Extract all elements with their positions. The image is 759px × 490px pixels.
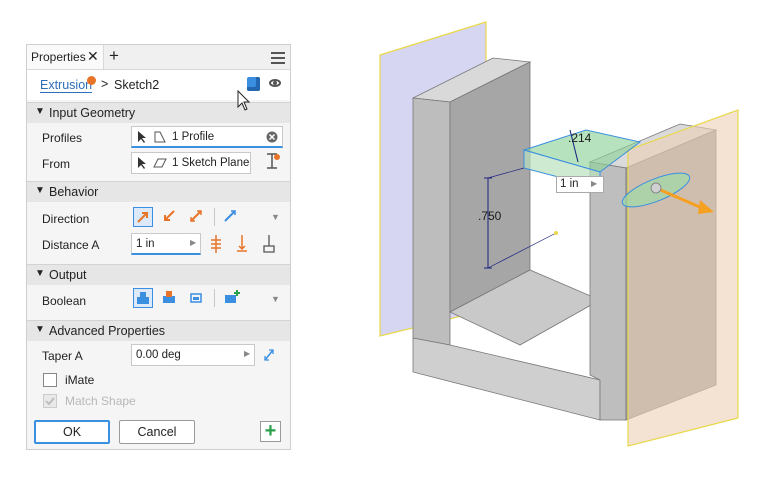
profiles-value: 1 Profile — [172, 131, 215, 143]
chevron-right-icon[interactable]: ▶ — [591, 179, 597, 188]
section-behavior[interactable]: ▼ Behavior — [27, 181, 290, 202]
distance-to-icon[interactable] — [234, 234, 250, 254]
profiles-field[interactable]: 1 Profile — [131, 126, 283, 148]
base-front — [412, 337, 601, 421]
imate-label: iMate — [65, 373, 95, 387]
arrow-up-right-icon — [137, 212, 148, 223]
sketch-point — [554, 231, 558, 235]
collapse-arrow-icon: ▼ — [35, 324, 45, 335]
join-icon — [137, 292, 149, 304]
chevron-right-icon[interactable]: ▶ — [190, 238, 196, 247]
mouse-cursor-icon — [237, 90, 251, 111]
cancel-button[interactable]: Cancel — [119, 420, 195, 444]
breadcrumb-sketch: Sketch2 — [114, 78, 160, 92]
dimension-750-label[interactable]: .750 — [478, 209, 501, 223]
work-plane-front — [627, 109, 739, 447]
taper-a-label: Taper A — [42, 349, 83, 363]
new-solid-button[interactable] — [223, 288, 243, 308]
tab-properties[interactable]: Properties ✕ — [27, 45, 104, 69]
boolean-join-button[interactable] — [133, 288, 153, 308]
section-title: Advanced Properties — [49, 324, 166, 338]
arrow-asymmetric-icon — [224, 210, 236, 222]
section-title: Output — [49, 268, 87, 282]
divider — [214, 208, 215, 226]
direction-default-button[interactable] — [133, 207, 153, 227]
imate-checkbox[interactable] — [43, 373, 57, 387]
boolean-label: Boolean — [42, 294, 87, 308]
taper-a-input[interactable]: 0.00 deg ▶ — [131, 344, 255, 366]
chevron-down-icon[interactable]: ▼ — [271, 212, 280, 222]
terminate-icon[interactable] — [264, 152, 282, 172]
distance-popup-value: 1 in — [560, 178, 579, 190]
clear-icon[interactable] — [266, 131, 278, 143]
intersect-icon — [190, 293, 202, 303]
check-icon — [45, 397, 55, 406]
distance-through-icon[interactable] — [208, 234, 224, 254]
eye-icon[interactable] — [269, 79, 281, 87]
direction-asymmetric-button[interactable] — [221, 207, 241, 227]
arrow-symmetric-icon — [190, 210, 202, 222]
left-pillar-front — [412, 97, 451, 346]
direction-label: Direction — [42, 212, 90, 226]
chevron-right-icon[interactable]: ▶ — [244, 349, 250, 358]
from-label: From — [42, 157, 70, 171]
section-title: Behavior — [49, 185, 99, 199]
section-advanced-properties[interactable]: ▼ Advanced Properties — [27, 320, 290, 341]
match-shape-label: Match Shape — [65, 394, 136, 408]
distance-a-label: Distance A — [42, 238, 100, 252]
collapse-arrow-icon: ▼ — [35, 106, 45, 117]
profiles-label: Profiles — [42, 131, 83, 145]
cube-icon[interactable] — [247, 77, 260, 91]
menu-icon[interactable] — [271, 49, 285, 67]
ok-button[interactable]: OK — [34, 420, 110, 444]
taper-a-value: 0.00 deg — [136, 349, 181, 361]
profile-icon — [154, 131, 166, 143]
breadcrumb-extrusion[interactable]: Extrusion — [40, 78, 93, 93]
arrow-down-left-icon — [164, 210, 175, 221]
breadcrumb-separator: > — [101, 77, 109, 91]
cursor-icon — [138, 157, 146, 169]
chevron-down-icon[interactable]: ▼ — [271, 294, 280, 304]
new-solid-icon — [225, 290, 240, 303]
distance-mini-toolbar[interactable]: 1 in ▶ — [556, 176, 604, 193]
error-dot-icon — [87, 76, 96, 85]
collapse-arrow-icon: ▼ — [35, 185, 45, 196]
cursor-icon — [138, 131, 146, 143]
divider — [214, 289, 215, 307]
direction-symmetric-button[interactable] — [187, 207, 207, 227]
distance-between-icon[interactable] — [261, 234, 277, 254]
dimension-214-label[interactable]: .214 — [568, 131, 591, 145]
from-field[interactable]: 1 Sketch Plane — [131, 152, 251, 174]
sketch-plane-icon — [153, 158, 167, 168]
close-icon[interactable]: ✕ — [87, 48, 99, 65]
left-pillar-inner — [449, 61, 531, 313]
boolean-intersect-button[interactable] — [187, 288, 207, 308]
add-tab-icon[interactable]: + — [109, 46, 119, 66]
direction-flipped-button[interactable] — [160, 207, 180, 227]
graphics-viewport[interactable] — [330, 0, 759, 490]
from-value: 1 Sketch Plane — [172, 157, 250, 169]
section-title: Input Geometry — [49, 106, 136, 120]
section-output[interactable]: ▼ Output — [27, 264, 290, 285]
apply-plus-button[interactable]: + — [260, 421, 281, 442]
distance-a-input[interactable]: 1 in ▶ — [131, 233, 201, 255]
distance-a-value: 1 in — [136, 238, 155, 250]
taper-flip-icon[interactable] — [261, 346, 277, 364]
tab-label: Properties — [31, 50, 86, 64]
collapse-arrow-icon: ▼ — [35, 268, 45, 279]
panel-titlebar: Properties ✕ + — [27, 45, 290, 70]
manipulator-handle — [650, 182, 662, 194]
boolean-cut-button[interactable] — [160, 288, 180, 308]
cut-icon — [163, 291, 175, 303]
match-shape-checkbox — [43, 394, 57, 408]
